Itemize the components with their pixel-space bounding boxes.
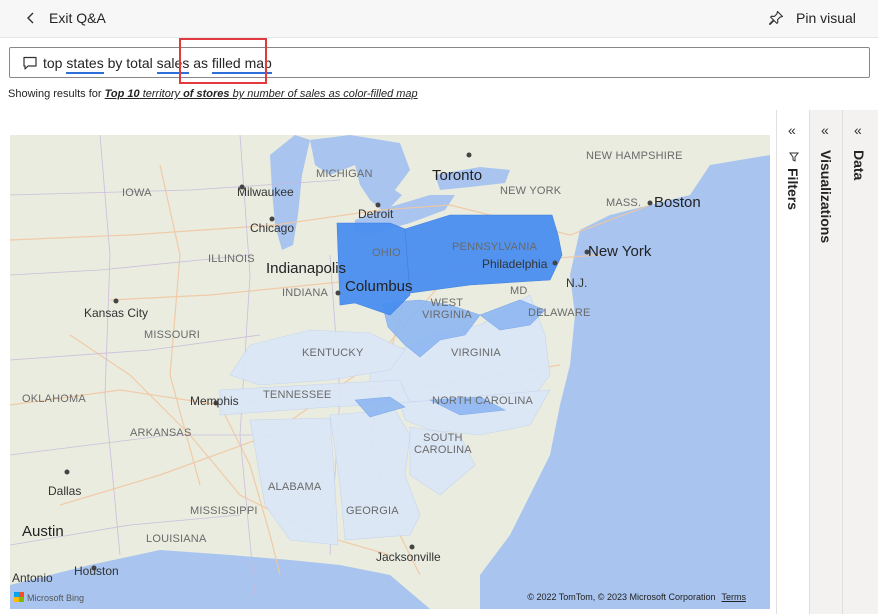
map-label-boston: Boston (654, 194, 701, 211)
results-link-text: territory (139, 88, 184, 100)
qa-app: Exit Q&A Pin visual top states by total … (0, 0, 878, 614)
filter-icon (789, 152, 799, 162)
map-label-west-virginia: WEST VIRGINIA (422, 297, 472, 321)
map-label-pennsylvania: PENNSYLVANIA (452, 241, 538, 253)
map-label-virginia: VIRGINIA (451, 347, 501, 359)
exit-qa-button[interactable]: Exit Q&A (49, 10, 106, 26)
qa-header: Exit Q&A Pin visual (0, 0, 878, 38)
results-of-stores: of stores (183, 88, 230, 100)
pin-visual-button[interactable]: Pin visual (796, 10, 856, 26)
map-label-houston: Houston (74, 564, 119, 578)
filters-pane-title[interactable]: Filters (785, 168, 801, 210)
map-label-oklahoma: OKLAHOMA (22, 393, 86, 405)
map-label-kansas-city: Kansas City (84, 306, 149, 320)
highlight-annotation-box (179, 38, 267, 84)
map-label-illinois: ILLINOIS (208, 253, 255, 265)
results-restatement-link[interactable]: Top 10 territory of stores by number of … (105, 88, 418, 100)
map-label-toronto: Toronto (432, 167, 483, 184)
map-label-tennessee: TENNESSEE (263, 389, 332, 401)
map-label-iowa: IOWA (122, 187, 152, 199)
map-label-memphis: Memphis (190, 394, 239, 408)
results-top-n: Top 10 (104, 88, 140, 100)
data-pane-title[interactable]: Data (851, 150, 867, 180)
bing-logo: Microsoft Bing (14, 592, 84, 603)
terms-link[interactable]: Terms (722, 592, 747, 602)
map-label-md: MD (510, 285, 528, 297)
results-link-text: by number of sales as color-filled map (229, 88, 418, 100)
map-label-arkansas: ARKANSAS (130, 427, 192, 439)
map-label-antonio: Antonio (12, 571, 53, 585)
microsoft-logo-icon (14, 592, 24, 602)
map-label-new-hampshire: NEW HAMPSHIRE (586, 150, 683, 162)
map-label-milwaukee: Milwaukee (237, 185, 294, 199)
map-label-north-carolina: NORTH CAROLINA (432, 395, 533, 407)
visualizations-pane-title[interactable]: Visualizations (818, 150, 834, 243)
visualizations-pane[interactable]: « Visualizations (809, 110, 842, 614)
results-restatement: Showing results for Top 10 territory of … (8, 88, 418, 100)
map-label-massachusetts: MASS. (606, 197, 642, 209)
bing-label: Microsoft Bing (27, 593, 85, 603)
map-label-indiana: INDIANA (282, 287, 329, 299)
map-label-austin: Austin (22, 523, 64, 540)
map-label-kentucky: KENTUCKY (302, 347, 364, 359)
map-label-philadelphia: Philadelphia (482, 257, 548, 271)
map-label-columbus: Columbus (345, 278, 413, 295)
map-label-mississippi: MISSISSIPPI (190, 505, 258, 517)
chat-bubble-icon (23, 56, 37, 70)
filters-pane[interactable]: « Filters (776, 110, 809, 614)
map-label-missouri: MISSOURI (144, 329, 200, 341)
map-label-alabama: ALABAMA (268, 481, 322, 493)
qa-question-input[interactable]: top states by total sales as filled map (9, 47, 870, 78)
map-label-jacksonville: Jacksonville (376, 550, 441, 564)
copyright-text: © 2022 TomTom, © 2023 Microsoft Corporat… (527, 592, 716, 602)
filled-map-visual[interactable]: NEW HAMPSHIRE MICHIGAN Toronto IOWA Milw… (10, 135, 770, 609)
question-term-states[interactable]: states (66, 55, 104, 74)
pin-icon[interactable] (768, 10, 784, 26)
map-label-delaware: DELAWARE (528, 307, 591, 319)
collapse-data-icon[interactable]: « (854, 122, 862, 138)
results-prefix: Showing results for (8, 88, 102, 100)
question-word: by total (103, 55, 157, 71)
map-label-detroit: Detroit (358, 207, 394, 221)
collapse-visualizations-icon[interactable]: « (821, 122, 829, 138)
map-label-dallas: Dallas (48, 484, 82, 498)
map-label-chicago: Chicago (250, 221, 295, 235)
map-label-nj: N.J. (566, 276, 588, 290)
map-label-indianapolis: Indianapolis (266, 260, 347, 277)
map-label-south-carolina: SOUTH CAROLINA (414, 432, 472, 456)
question-word: top (43, 55, 67, 71)
collapse-filters-icon[interactable]: « (788, 122, 796, 138)
map-label-ohio: OHIO (372, 247, 401, 259)
map-label-new-york-city: New York (588, 243, 652, 260)
map-label-michigan: MICHIGAN (316, 168, 373, 180)
chevron-left-icon[interactable] (22, 9, 40, 27)
data-pane[interactable]: « Data (842, 110, 878, 614)
map-label-new-york-state: NEW YORK (500, 185, 562, 197)
map-copyright: © 2022 TomTom, © 2023 Microsoft Corporat… (527, 592, 746, 602)
map-label-louisiana: LOUISIANA (146, 533, 207, 545)
map-label-georgia: GEORGIA (346, 505, 399, 517)
